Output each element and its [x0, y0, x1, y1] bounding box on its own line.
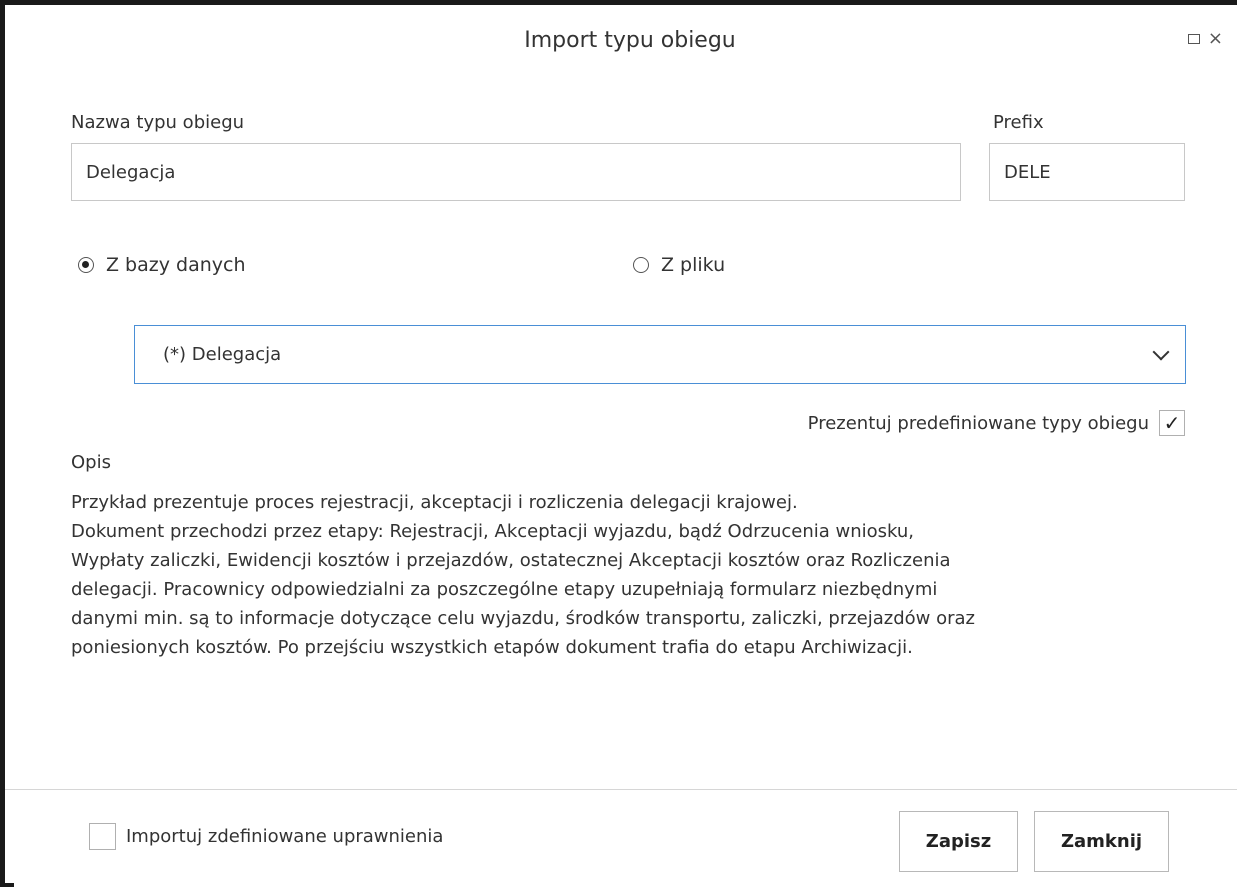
dialog-title: Import typu obiegu	[524, 28, 736, 53]
radio-checked-icon	[78, 257, 94, 273]
window-border-top	[0, 0, 1237, 5]
description-label: Opis	[71, 452, 111, 473]
workflow-type-select[interactable]: (*) Delegacja	[134, 325, 1186, 384]
select-value: (*) Delegacja	[163, 344, 282, 365]
name-input[interactable]	[71, 143, 961, 201]
predefined-types-checkbox[interactable]: ✓	[1159, 410, 1185, 436]
radio-from-file[interactable]: Z pliku	[633, 254, 725, 276]
description-line: Wypłaty zaliczki, Ewidencji kosztów i pr…	[71, 550, 951, 571]
description-line: Dokument przechodzi przez etapy: Rejestr…	[71, 521, 915, 542]
maximize-icon[interactable]	[1187, 34, 1200, 44]
close-icon[interactable]: ×	[1208, 30, 1223, 48]
predefined-types-label: Prezentuj predefiniowane typy obiegu	[807, 412, 1149, 434]
prefix-label: Prefix	[993, 112, 1044, 133]
window-controls: ×	[1187, 30, 1223, 48]
description-line: poniesionych kosztów. Po przejściu wszys…	[71, 637, 913, 658]
radio-from-database[interactable]: Z bazy danych	[78, 254, 246, 276]
description-text: Przykład prezentuje proces rejestracji, …	[71, 488, 1201, 662]
description-line: delegacji. Pracownicy odpowiedzialni za …	[71, 579, 938, 600]
radio-unchecked-icon	[633, 257, 649, 273]
name-label: Nazwa typu obiegu	[71, 112, 245, 133]
footer-divider	[5, 789, 1237, 790]
close-button[interactable]: Zamknij	[1034, 811, 1169, 872]
save-button[interactable]: Zapisz	[899, 811, 1018, 872]
import-dialog: Import typu obiegu × Nazwa typu obiegu P…	[0, 0, 1237, 887]
checkmark-icon: ✓	[1163, 411, 1181, 435]
prefix-input[interactable]	[989, 143, 1185, 201]
predefined-types-toggle: Prezentuj predefiniowane typy obiegu ✓	[808, 410, 1185, 436]
window-border-corner	[0, 883, 14, 887]
import-permissions-toggle: Importuj zdefiniowane uprawnienia	[89, 823, 443, 850]
radio-from-file-label: Z pliku	[661, 254, 726, 276]
description-line: danymi min. są to informacje dotyczące c…	[71, 608, 976, 629]
chevron-down-icon	[1152, 343, 1170, 360]
import-permissions-checkbox[interactable]	[89, 823, 116, 850]
window-border-left	[0, 0, 5, 887]
import-permissions-label: Importuj zdefiniowane uprawnienia	[126, 826, 444, 847]
description-line: Przykład prezentuje proces rejestracji, …	[71, 492, 798, 513]
radio-from-database-label: Z bazy danych	[106, 254, 246, 276]
